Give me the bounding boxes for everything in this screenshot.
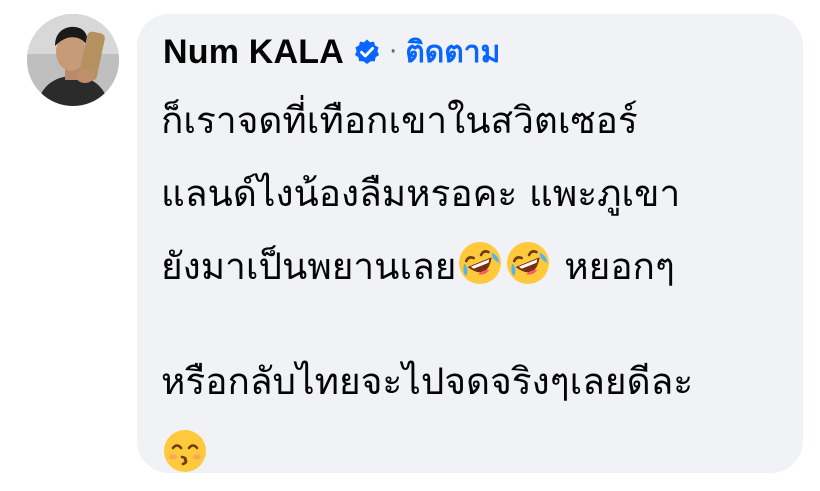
follow-button[interactable]: ติดตาม (405, 29, 500, 76)
comment-line-text: หยอกๆ (552, 245, 675, 288)
comment-bubble: Num KALA · ติดตาม ก็เราจดที่เทือกเขาในสว… (137, 14, 803, 473)
rolling-on-floor-laughing-emoji (456, 239, 504, 287)
author-avatar[interactable] (27, 14, 119, 106)
header-separator: · (389, 37, 398, 67)
comment-line: แลนด์ไงน้องลืมหรอคะ แพะภูเขา (161, 172, 681, 215)
comment-line-with-emoji: ยังมาเป็นพยานเลย หยอกๆ (161, 230, 791, 303)
rolling-on-floor-laughing-emoji (504, 239, 552, 287)
comment-text: ก็เราจดที่เทือกเขาในสวิตเซอร์ แลนด์ไงน้อ… (161, 84, 791, 491)
comment-line: หรือกลับไทยจะไปจดจริงๆเลยดีละ (161, 360, 694, 403)
comment-line-emoji-only (161, 418, 791, 491)
author-name[interactable]: Num KALA (163, 33, 344, 72)
comment-line: ก็เราจดที่เทือกเขาในสวิตเซอร์ (161, 99, 638, 142)
comment-header: Num KALA · ติดตาม (163, 30, 500, 74)
comment-line-text: ยังมาเป็นพยานเลย (161, 245, 457, 288)
kissing-smiling-eyes-emoji (161, 427, 209, 475)
verified-badge-icon (353, 38, 381, 66)
